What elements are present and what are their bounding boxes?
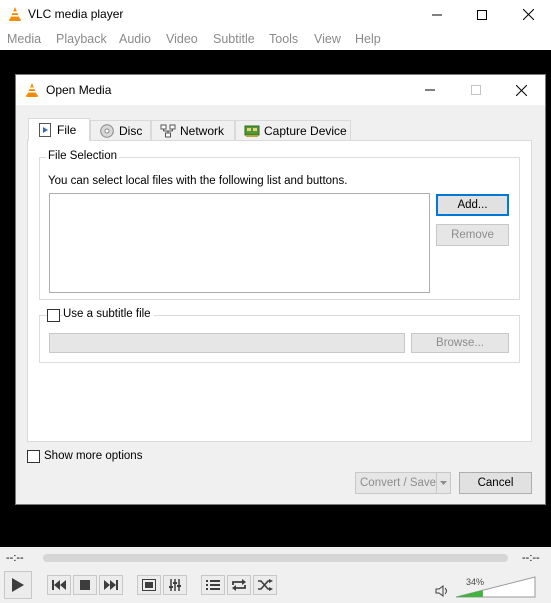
tab-disc[interactable]: Disc — [90, 120, 151, 141]
tab-file[interactable]: File — [28, 118, 90, 141]
seek-slider[interactable] — [43, 554, 508, 562]
show-more-options-checkbox[interactable] — [27, 450, 40, 463]
extended-settings-button[interactable] — [163, 575, 187, 595]
menu-media[interactable]: Media — [7, 32, 41, 46]
tab-network-label: Network — [180, 124, 225, 138]
vlc-cone-icon — [7, 6, 23, 22]
convert-dropdown-arrow-icon — [436, 473, 450, 493]
fullscreen-icon — [142, 579, 156, 591]
volume-speaker-icon[interactable] — [435, 585, 449, 600]
player-controls: --:-- --:-- 34% — [0, 547, 551, 603]
cancel-button[interactable]: Cancel — [459, 472, 532, 494]
dialog-titlebar: Open Media — [16, 75, 545, 105]
open-media-dialog: Open Media File Disc Network Capture Dev… — [15, 74, 546, 505]
shuffle-icon — [258, 579, 273, 591]
menu-subtitle[interactable]: Subtitle — [213, 32, 255, 46]
elapsed-time: --:-- — [6, 552, 24, 564]
menu-view[interactable]: View — [314, 32, 341, 46]
maximize-icon — [477, 9, 487, 20]
next-icon — [104, 580, 118, 590]
volume-slider[interactable] — [455, 576, 537, 598]
menu-video[interactable]: Video — [166, 32, 198, 46]
previous-button[interactable] — [47, 575, 71, 595]
minimize-icon — [425, 89, 435, 91]
tab-disc-label: Disc — [119, 124, 143, 138]
disc-icon — [99, 124, 115, 138]
playlist-button[interactable] — [201, 575, 225, 595]
tab-capture-device-label: Capture Device — [264, 124, 347, 138]
tab-network[interactable]: Network — [151, 120, 235, 141]
dialog-minimize-button[interactable] — [407, 75, 453, 105]
capture-card-icon — [244, 124, 260, 138]
convert-save-label: Convert / Save — [360, 477, 437, 489]
previous-icon — [52, 580, 66, 590]
equalizer-icon — [169, 579, 181, 591]
vlc-cone-icon — [24, 82, 40, 98]
file-selection-title: File Selection — [46, 150, 120, 162]
file-selection-description: You can select local files with the foll… — [48, 175, 348, 187]
loop-icon — [232, 579, 246, 591]
close-icon — [522, 9, 534, 20]
playlist-icon — [206, 580, 220, 590]
remove-file-button: Remove — [436, 224, 509, 246]
dialog-close-button[interactable] — [498, 75, 544, 105]
use-subtitle-label: Use a subtitle file — [63, 308, 154, 320]
stop-icon — [80, 580, 90, 590]
menu-audio[interactable]: Audio — [119, 32, 151, 46]
maximize-button[interactable] — [459, 0, 505, 29]
maximize-icon — [471, 85, 481, 95]
app-title: VLC media player — [28, 7, 124, 21]
network-icon — [160, 124, 176, 138]
file-play-icon — [37, 123, 53, 137]
close-icon — [515, 84, 527, 96]
close-button[interactable] — [505, 0, 551, 29]
next-button[interactable] — [99, 575, 123, 595]
convert-save-button: Convert / Save — [355, 472, 451, 494]
dialog-title: Open Media — [46, 83, 112, 97]
menu-help[interactable]: Help — [355, 32, 381, 46]
play-icon — [12, 578, 24, 592]
add-file-button[interactable]: Add... — [436, 194, 509, 216]
loop-button[interactable] — [227, 575, 251, 595]
remaining-time: --:-- — [522, 552, 540, 564]
subtitle-file-input — [49, 333, 405, 353]
stop-button[interactable] — [73, 575, 97, 595]
dialog-maximize-button — [453, 75, 499, 105]
show-more-options-label: Show more options — [44, 450, 143, 462]
app-titlebar: VLC media player — [0, 0, 551, 29]
use-subtitle-checkbox[interactable] — [47, 309, 60, 322]
tab-capture-device[interactable]: Capture Device — [235, 120, 351, 141]
shuffle-button[interactable] — [253, 575, 277, 595]
menu-tools[interactable]: Tools — [269, 32, 298, 46]
play-button[interactable] — [4, 571, 32, 599]
menu-bar: Media Playback Audio Video Subtitle Tool… — [0, 29, 551, 50]
menu-playback[interactable]: Playback — [56, 32, 107, 46]
browse-subtitle-button: Browse... — [411, 333, 509, 353]
minimize-button[interactable] — [414, 0, 460, 29]
tab-file-label: File — [57, 123, 77, 137]
file-list[interactable] — [49, 193, 430, 293]
minimize-icon — [432, 14, 442, 15]
fullscreen-button[interactable] — [137, 575, 161, 595]
